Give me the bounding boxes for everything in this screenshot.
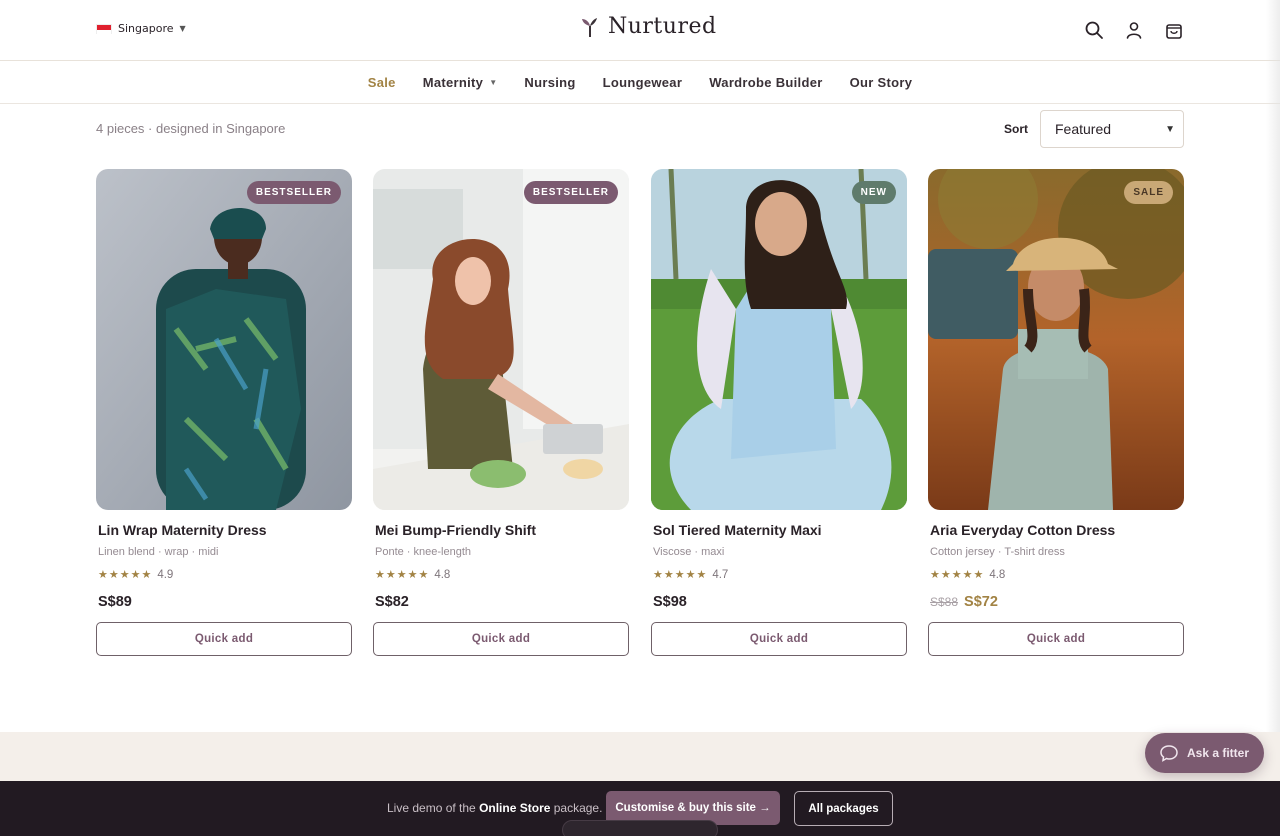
bestseller-badge: BESTSELLER [523, 181, 618, 204]
star-rating-icon: ★★★★★ [930, 569, 985, 581]
star-rating-icon: ★★★★★ [375, 569, 430, 581]
product-rating: ★★★★★ 4.8 [930, 568, 1006, 582]
quick-add-button[interactable]: Quick add [928, 622, 1184, 656]
sale-badge: SALE [1124, 181, 1173, 204]
nav-item-wardrobe-builder[interactable]: Wardrobe Builder [709, 75, 822, 90]
star-rating-icon: ★★★★★ [653, 569, 708, 581]
product-rating: ★★★★★ 4.8 [375, 568, 451, 582]
product-photo [651, 169, 907, 510]
toolbar-dock[interactable] [562, 820, 718, 836]
product-photo [928, 169, 1184, 510]
product-name[interactable]: Mei Bump-Friendly Shift [375, 522, 536, 538]
product-count: 4 pieces · designed in Singapore [96, 121, 286, 136]
section-divider [0, 732, 1280, 781]
ask-a-fitter-label: Ask a fitter [1187, 746, 1250, 760]
top-header: Singapore ▼ Nurtured [0, 0, 1280, 61]
rating-value: 4.7 [712, 568, 729, 581]
product-description: Linen blend · wrap · midi [98, 546, 219, 558]
product-image[interactable]: BESTSELLER [96, 169, 352, 510]
account-icon[interactable] [1124, 20, 1144, 40]
sale-price: S$72 [964, 594, 998, 610]
original-price: S$88 [930, 595, 959, 609]
sort-label: Sort [1004, 122, 1028, 136]
page-edge-shadow [1266, 0, 1280, 732]
product-description: Cotton jersey · T-shirt dress [930, 546, 1065, 558]
product-card[interactable]: NEW Sol Tiered Maternity Maxi Viscose · … [651, 169, 907, 656]
quick-add-button[interactable]: Quick add [96, 622, 352, 656]
sort-value: Featured [1055, 121, 1112, 137]
product-image[interactable]: NEW [651, 169, 907, 510]
product-image[interactable]: SALE [928, 169, 1184, 510]
quick-add-button[interactable]: Quick add [651, 622, 907, 656]
nav-item-nursing[interactable]: Nursing [524, 75, 575, 90]
chevron-down-icon: ▼ [1165, 123, 1175, 135]
quick-add-button[interactable]: Quick add [373, 622, 629, 656]
bestseller-badge: BESTSELLER [246, 181, 341, 204]
product-name[interactable]: Lin Wrap Maternity Dress [98, 522, 267, 538]
nav-item-maternity[interactable]: Maternity ▼ [423, 75, 498, 90]
product-name[interactable]: Sol Tiered Maternity Maxi [653, 522, 822, 538]
chevron-down-icon: ▼ [489, 78, 498, 87]
rating-value: 4.8 [434, 568, 451, 581]
product-price: S$82 [375, 594, 409, 610]
demo-package-name: Online Store [479, 801, 551, 815]
price-row: S$82 [375, 594, 409, 610]
nav-item-loungewear[interactable]: Loungewear [603, 75, 683, 90]
product-rating: ★★★★★ 4.9 [98, 568, 174, 582]
brand-name: Nurtured [608, 14, 717, 39]
ask-a-fitter-button[interactable]: Ask a fitter [1145, 733, 1264, 773]
price-row: S$98 [653, 594, 687, 610]
header-actions [1084, 20, 1184, 40]
demo-footer-bar: Live demo of the Online Store package. C… [0, 781, 1280, 836]
new-badge: NEW [851, 181, 896, 204]
product-card[interactable]: BESTSELLER Lin Wrap Maternity Dress Line… [96, 169, 352, 656]
sort-select[interactable]: Featured ▼ [1040, 110, 1184, 148]
product-card[interactable]: BESTSELLER Mei Bump-Friendly Shift Ponte… [373, 169, 629, 656]
product-image[interactable]: BESTSELLER [373, 169, 629, 510]
singapore-flag-icon [96, 23, 112, 34]
demo-notice-suffix: package. [550, 801, 603, 815]
chevron-down-icon: ▼ [179, 24, 186, 33]
brand-logo[interactable]: Nurtured [580, 14, 717, 39]
demo-notice-prefix: Live demo of the [387, 801, 480, 815]
demo-notice: Live demo of the Online Store package. [387, 801, 602, 815]
product-name[interactable]: Aria Everyday Cotton Dress [930, 522, 1115, 538]
product-photo [96, 169, 352, 510]
rating-value: 4.8 [989, 568, 1006, 581]
nav-item-our-story[interactable]: Our Story [850, 75, 913, 90]
region-label: Singapore [118, 22, 174, 35]
search-icon[interactable] [1084, 20, 1104, 40]
main-navigation: Sale Maternity ▼ Nursing Loungewear Ward… [0, 62, 1280, 104]
rating-value: 4.9 [157, 568, 174, 581]
product-card[interactable]: SALE Aria Everyday Cotton Dress Cotton j… [928, 169, 1184, 656]
product-photo [373, 169, 629, 510]
product-rating: ★★★★★ 4.7 [653, 568, 729, 582]
product-description: Ponte · knee-length [375, 546, 472, 558]
price-row: S$88 S$72 [930, 594, 998, 610]
nav-item-label: Maternity [422, 75, 484, 90]
price-row: S$89 [98, 594, 132, 610]
chat-bubble-icon [1160, 745, 1178, 762]
nav-item-sale[interactable]: Sale [368, 75, 396, 90]
product-description: Viscose · maxi [653, 546, 725, 558]
cart-icon[interactable] [1164, 20, 1184, 40]
region-selector[interactable]: Singapore ▼ [96, 22, 186, 35]
all-packages-button[interactable]: All packages [794, 791, 893, 826]
sprout-icon [582, 17, 597, 37]
product-price: S$98 [653, 594, 687, 610]
product-price: S$89 [98, 594, 132, 610]
star-rating-icon: ★★★★★ [98, 569, 153, 581]
